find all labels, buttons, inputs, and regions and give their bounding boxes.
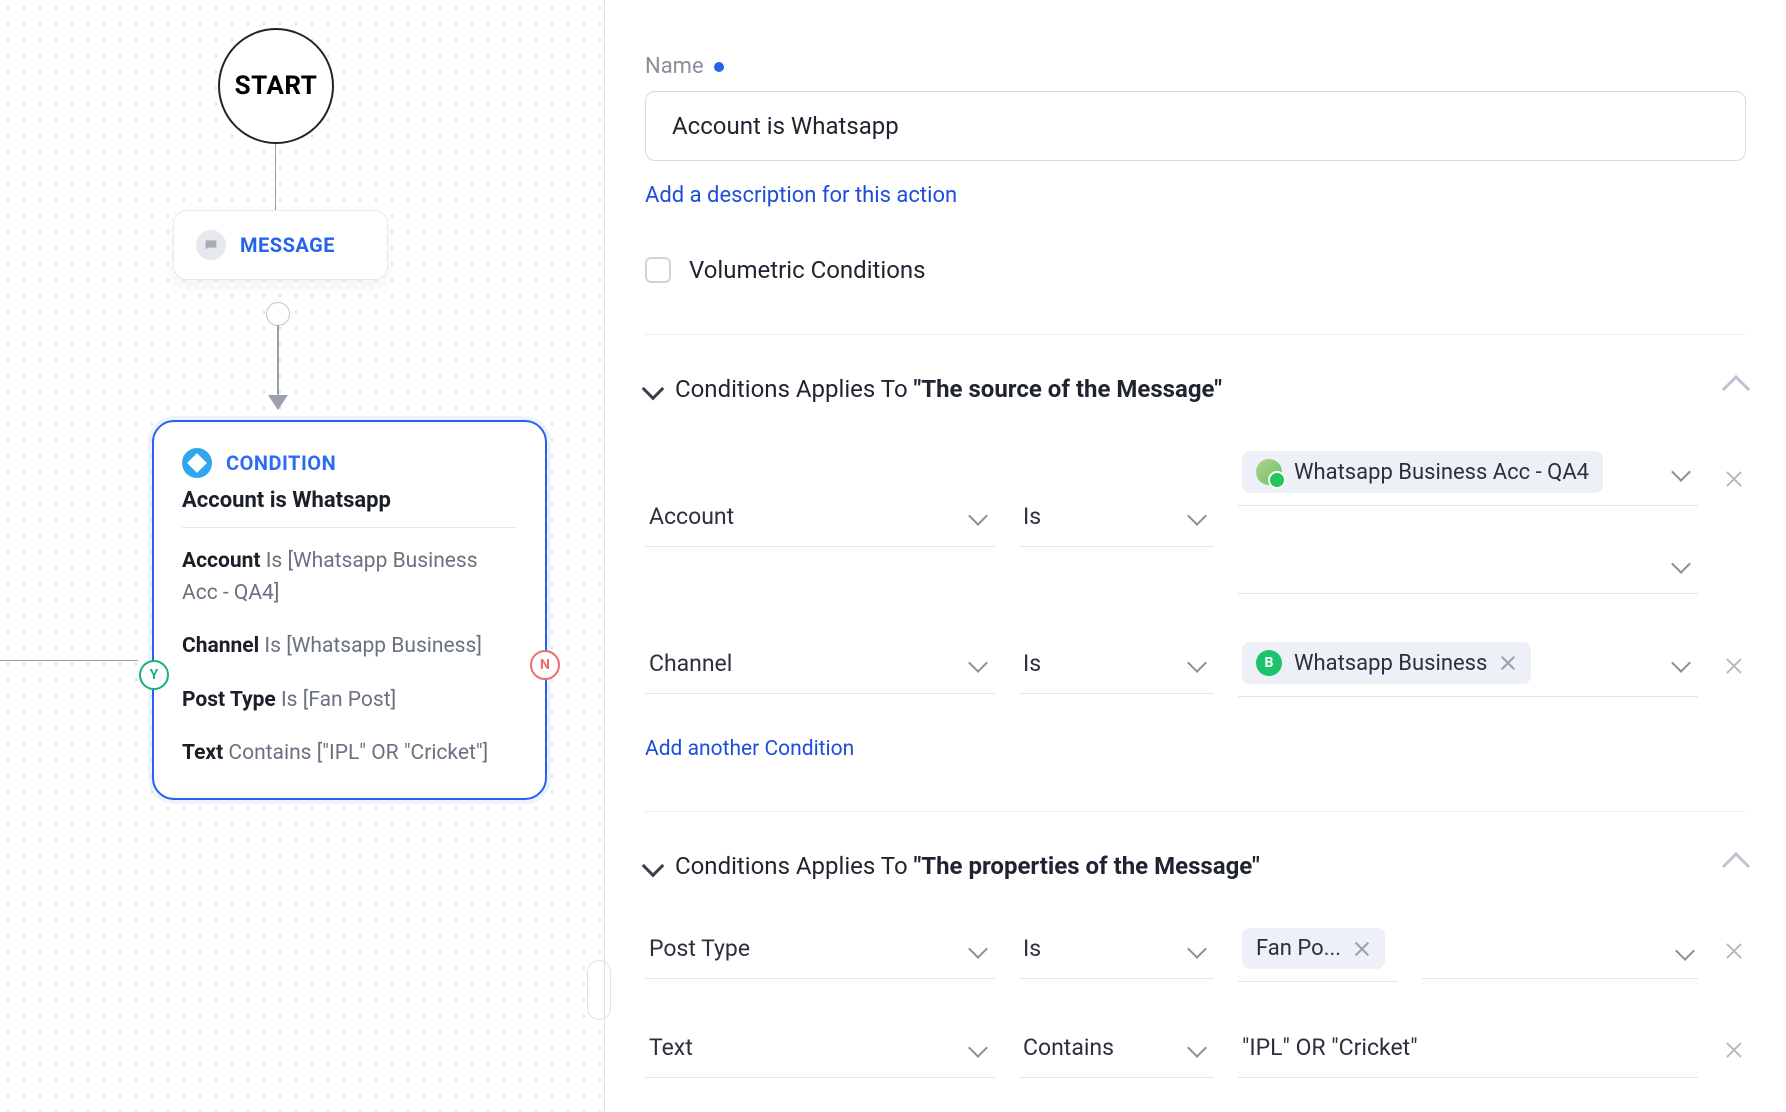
volumetric-checkbox[interactable]	[645, 257, 671, 283]
conditions-section-properties: Conditions Applies To "The properties of…	[645, 852, 1746, 1090]
condition-row: Post Type Is Fan Po...	[645, 908, 1746, 994]
remove-row-button[interactable]	[1722, 939, 1746, 963]
connector-dot[interactable]	[266, 302, 290, 326]
name-field-label: Name	[645, 54, 1746, 79]
operator-select[interactable]: Is	[1019, 491, 1214, 547]
condition-summary-line: Account Is [Whatsapp Business Acc - QA4]	[182, 546, 517, 609]
chip-text: Whatsapp Business Acc - QA4	[1294, 460, 1589, 485]
divider	[645, 811, 1746, 812]
chevron-down-icon	[1671, 462, 1691, 482]
condition-summary-line: Post Type Is [Fan Post]	[182, 685, 517, 717]
chevron-down-icon	[968, 939, 988, 959]
add-description-link[interactable]: Add a description for this action	[645, 183, 957, 208]
section-title-prefix: Conditions Applies To	[675, 375, 914, 403]
operator-select[interactable]: Is	[1019, 638, 1214, 694]
add-condition-link[interactable]: Add another Condition	[645, 737, 854, 761]
chevron-down-icon	[968, 1038, 988, 1058]
chevron-down-icon	[968, 506, 988, 526]
field-select[interactable]: Account	[645, 491, 995, 547]
volumetric-label: Volumetric Conditions	[689, 256, 926, 284]
divider	[645, 334, 1746, 335]
panel-resize-handle[interactable]	[587, 960, 611, 1020]
section-title-bold: "The source of the Message"	[914, 375, 1222, 403]
chevron-down-icon	[642, 855, 665, 878]
condition-node-title: Account is Whatsapp	[182, 488, 517, 513]
chevron-up-icon[interactable]	[1722, 852, 1750, 880]
yes-port-badge[interactable]: Y	[139, 660, 169, 690]
no-port-badge[interactable]: N	[530, 650, 560, 680]
condition-row: Account Is Whatsapp Business Acc - QA4	[645, 431, 1746, 606]
operator-select[interactable]: Contains	[1019, 1022, 1214, 1078]
name-input[interactable]	[645, 91, 1746, 161]
config-panel: Name Add a description for this action V…	[605, 0, 1786, 1112]
conditions-section-source: Conditions Applies To "The source of the…	[645, 375, 1746, 761]
required-indicator-icon	[714, 62, 724, 72]
start-label: START	[235, 71, 318, 101]
value-select-extra[interactable]	[1422, 923, 1698, 979]
value-select[interactable]: Whatsapp Business	[1238, 634, 1698, 697]
value-select[interactable]: Whatsapp Business Acc - QA4	[1238, 443, 1698, 506]
chip-remove-button[interactable]	[1353, 940, 1371, 958]
message-trigger-node[interactable]: MESSAGE	[173, 210, 388, 280]
value-chip: Fan Po...	[1242, 928, 1385, 969]
field-select[interactable]: Channel	[645, 638, 995, 694]
edge-yes-out	[0, 660, 138, 661]
field-select[interactable]: Text	[645, 1022, 995, 1078]
message-icon	[196, 230, 226, 260]
chevron-down-icon	[1671, 554, 1691, 574]
value-text: "IPL" OR "Cricket"	[1242, 1034, 1418, 1061]
remove-row-button[interactable]	[1722, 654, 1746, 678]
chevron-down-icon	[1187, 653, 1207, 673]
account-avatar-icon	[1256, 459, 1282, 485]
condition-row: Channel Is Whatsapp Business	[645, 622, 1746, 709]
operator-select[interactable]: Is	[1019, 923, 1214, 979]
condition-summary-line: Channel Is [Whatsapp Business]	[182, 631, 517, 663]
chip-text: Fan Po...	[1256, 936, 1341, 961]
condition-type-label: CONDITION	[226, 451, 336, 475]
chip-text: Whatsapp Business	[1294, 651, 1487, 676]
chevron-down-icon	[642, 378, 665, 401]
edge-message-to-condition	[277, 325, 279, 397]
divider	[182, 527, 517, 528]
arrowhead-icon	[268, 395, 288, 410]
chevron-down-icon	[1187, 1038, 1207, 1058]
field-select[interactable]: Post Type	[645, 923, 995, 979]
whatsapp-icon	[1256, 650, 1282, 676]
remove-row-button[interactable]	[1722, 467, 1746, 491]
message-node-label: MESSAGE	[240, 233, 335, 257]
condition-summary-line: Text Contains ["IPL" OR "Cricket"]	[182, 738, 517, 770]
value-input[interactable]: "IPL" OR "Cricket"	[1238, 1022, 1698, 1078]
chevron-down-icon	[968, 653, 988, 673]
chevron-down-icon	[1187, 506, 1207, 526]
condition-row: Text Contains "IPL" OR "Cricket"	[645, 1010, 1746, 1090]
edge-start-to-message	[273, 144, 277, 214]
chip-remove-button[interactable]	[1499, 654, 1517, 672]
section-header[interactable]: Conditions Applies To "The properties of…	[645, 852, 1746, 880]
workflow-canvas[interactable]: START MESSAGE CONDITION Account is Whats…	[0, 0, 605, 1112]
value-select-empty[interactable]	[1238, 538, 1698, 594]
value-select[interactable]: Fan Po...	[1238, 920, 1398, 982]
app-root: START MESSAGE CONDITION Account is Whats…	[0, 0, 1786, 1112]
start-node[interactable]: START	[218, 28, 334, 144]
condition-icon	[182, 448, 212, 478]
section-title-prefix: Conditions Applies To	[675, 852, 914, 880]
chevron-up-icon[interactable]	[1722, 375, 1750, 403]
chevron-down-icon	[1671, 653, 1691, 673]
value-chip: Whatsapp Business	[1242, 642, 1531, 684]
condition-node[interactable]: CONDITION Account is Whatsapp Account Is…	[152, 420, 547, 800]
section-title-bold: "The properties of the Message"	[914, 852, 1260, 880]
value-chip: Whatsapp Business Acc - QA4	[1242, 451, 1603, 493]
remove-row-button[interactable]	[1722, 1038, 1746, 1062]
chevron-down-icon	[1675, 941, 1695, 961]
section-header[interactable]: Conditions Applies To "The source of the…	[645, 375, 1746, 403]
chevron-down-icon	[1187, 939, 1207, 959]
